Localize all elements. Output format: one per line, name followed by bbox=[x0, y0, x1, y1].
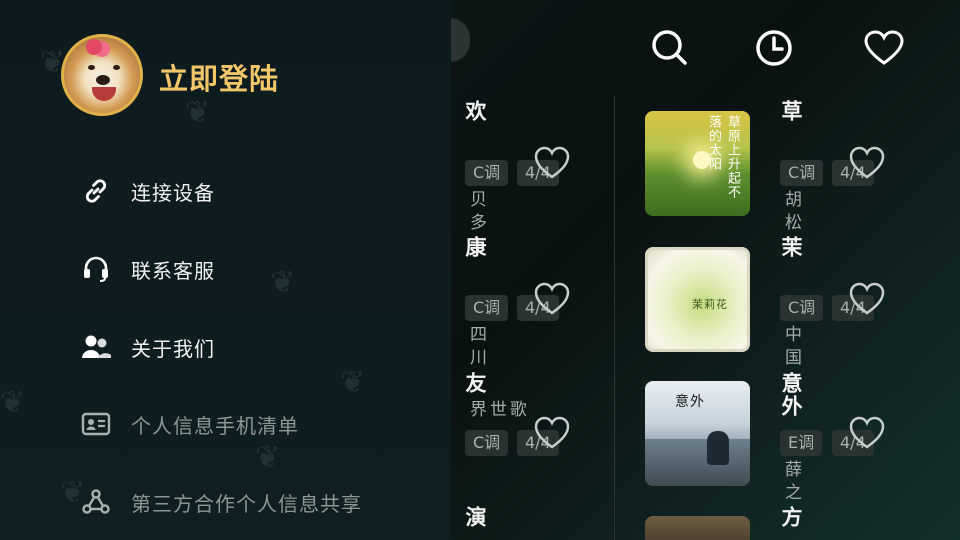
avatar-nose bbox=[96, 75, 110, 85]
artist-name: 中国 bbox=[781, 325, 801, 371]
song-title[interactable]: 方 bbox=[779, 506, 803, 529]
share-icon bbox=[80, 486, 112, 518]
menu-item-customer-service[interactable]: 联系客服 bbox=[80, 249, 215, 289]
avatar-eye bbox=[88, 65, 95, 70]
menu-item-personal-info-list[interactable]: 个人信息手机清单 bbox=[80, 404, 299, 444]
cover-caption: 茉莉花 bbox=[692, 298, 728, 311]
menu-item-label: 第三方合作个人信息共享 bbox=[131, 491, 362, 516]
menu-item-connect-device[interactable]: 连接设备 bbox=[80, 171, 215, 211]
like-heart-icon[interactable] bbox=[849, 416, 885, 450]
song-title[interactable]: 茉 bbox=[779, 236, 803, 259]
artist-name: 胡松 bbox=[781, 190, 801, 236]
menu-item-label: 连接设备 bbox=[131, 180, 215, 205]
butterfly-decoration-icon: ❦ bbox=[270, 265, 296, 300]
song-title[interactable]: 康 bbox=[463, 236, 487, 259]
song-title[interactable]: 友 bbox=[463, 372, 487, 395]
login-button[interactable]: 立即登陆 bbox=[159, 56, 279, 98]
key-tag: C调 bbox=[465, 295, 509, 321]
history-clock-icon[interactable] bbox=[752, 26, 796, 70]
like-heart-icon[interactable] bbox=[534, 416, 570, 450]
side-drawer: ❦ ❦ ❦ ❦ ❦ ❦ ❦ 立即登陆 连接设备 联系客服 关于我们 个人信息手机… bbox=[0, 0, 451, 540]
album-cover[interactable] bbox=[645, 516, 750, 540]
key-tag: E调 bbox=[780, 430, 823, 456]
id-card-icon bbox=[80, 408, 112, 440]
like-heart-icon[interactable] bbox=[534, 146, 570, 180]
menu-item-label: 个人信息手机清单 bbox=[131, 413, 299, 438]
like-heart-icon[interactable] bbox=[534, 282, 570, 316]
artist-name: 贝多 bbox=[466, 190, 486, 236]
favorite-heart-icon[interactable] bbox=[862, 26, 906, 70]
column-divider bbox=[614, 96, 615, 540]
song-title[interactable]: 欢 bbox=[463, 100, 487, 123]
headset-icon bbox=[80, 253, 112, 285]
butterfly-decoration-icon: ❦ bbox=[255, 440, 281, 475]
like-heart-icon[interactable] bbox=[849, 282, 885, 316]
artist-name: 四川 bbox=[466, 325, 486, 371]
butterfly-decoration-icon: ❦ bbox=[0, 385, 26, 420]
avatar-eye bbox=[113, 65, 120, 70]
menu-item-third-party-sharing[interactable]: 第三方合作个人信息共享 bbox=[80, 482, 362, 522]
menu-item-label: 关于我们 bbox=[131, 336, 215, 361]
avatar-mouth bbox=[92, 87, 116, 101]
cover-caption: 草原上升起不落的太阳 bbox=[706, 115, 740, 199]
artist-name: 薛之 bbox=[781, 460, 801, 506]
link-icon bbox=[80, 175, 112, 207]
cover-person bbox=[707, 431, 729, 465]
album-cover[interactable]: 草原上升起不落的太阳 bbox=[645, 111, 750, 216]
song-title[interactable]: 意外 bbox=[779, 372, 803, 418]
key-tag: C调 bbox=[780, 160, 824, 186]
cover-sea bbox=[645, 439, 750, 486]
menu-item-label: 联系客服 bbox=[131, 258, 215, 283]
key-tag: C调 bbox=[780, 295, 824, 321]
butterfly-decoration-icon: ❦ bbox=[185, 95, 211, 130]
users-icon bbox=[80, 331, 112, 363]
key-tag: C调 bbox=[465, 160, 509, 186]
avatar-flower bbox=[86, 39, 102, 55]
like-heart-icon[interactable] bbox=[849, 146, 885, 180]
menu-item-about-us[interactable]: 关于我们 bbox=[80, 327, 215, 367]
butterfly-decoration-icon: ❦ bbox=[340, 365, 366, 400]
album-cover[interactable]: 茉莉花 bbox=[645, 247, 750, 352]
artist-name: 歌世界 bbox=[466, 400, 526, 423]
song-title[interactable]: 草 bbox=[779, 100, 803, 123]
song-title[interactable]: 演 bbox=[463, 506, 487, 529]
key-tag: C调 bbox=[465, 430, 509, 456]
search-icon[interactable] bbox=[648, 26, 692, 70]
avatar[interactable] bbox=[61, 34, 143, 116]
cover-caption: 意外 bbox=[675, 394, 705, 410]
album-cover[interactable]: 意外 bbox=[645, 381, 750, 486]
